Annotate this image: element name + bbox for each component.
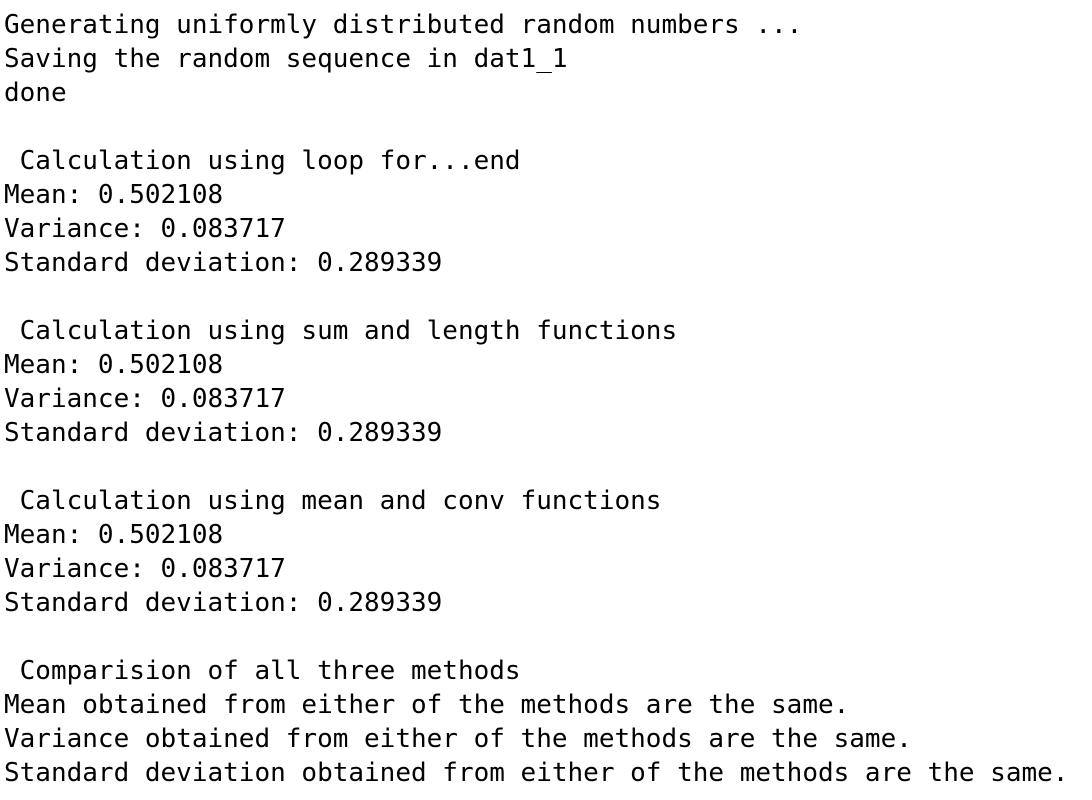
console-line: Mean: 0.502108	[4, 520, 224, 550]
console-line: Mean: 0.502108	[4, 180, 224, 210]
console-line: Mean obtained from either of the methods…	[4, 690, 850, 720]
console-line: Variance: 0.083717	[4, 214, 286, 244]
console-line: Variance obtained from either of the met…	[4, 724, 912, 754]
console-line: Comparision of all three methods	[4, 656, 521, 686]
console-line: Mean: 0.502108	[4, 350, 224, 380]
console-line: Standard deviation: 0.289339	[4, 248, 443, 278]
console-output: Generating uniformly distributed random …	[0, 0, 1092, 800]
console-line: Standard deviation: 0.289339	[4, 418, 443, 448]
console-line: Calculation using mean and conv function…	[4, 486, 662, 516]
console-line: Standard deviation: 0.289339	[4, 588, 443, 618]
console-line: done	[4, 78, 67, 108]
console-line: Calculation using sum and length functio…	[4, 316, 678, 346]
console-line: Standard deviation obtained from either …	[4, 758, 1069, 788]
console-line: Variance: 0.083717	[4, 384, 286, 414]
console-line: Variance: 0.083717	[4, 554, 286, 584]
console-line: Saving the random sequence in dat1_1	[4, 44, 568, 74]
console-line: Generating uniformly distributed random …	[4, 10, 803, 40]
console-line: Calculation using loop for...end	[4, 146, 521, 176]
